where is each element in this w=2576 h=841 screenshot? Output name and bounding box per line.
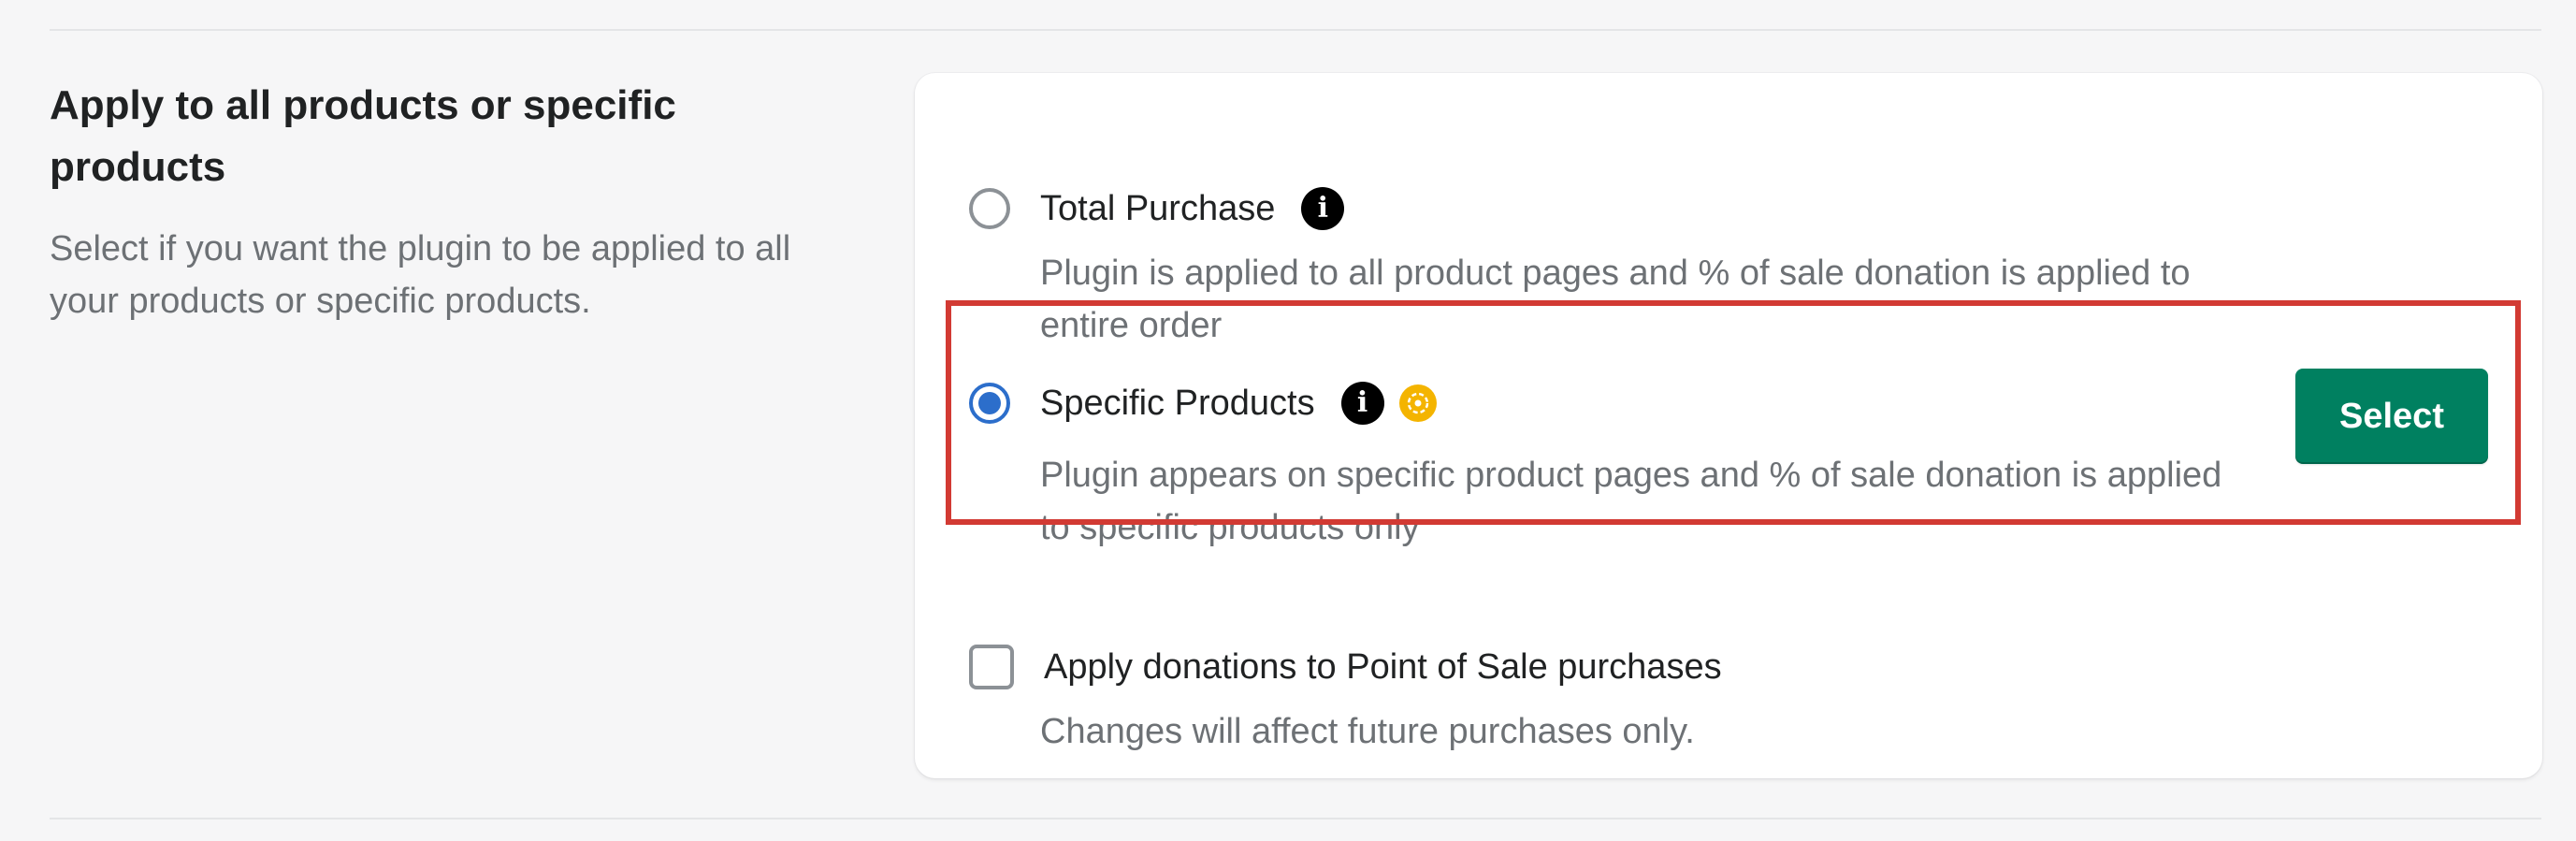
- top-divider: [50, 29, 2541, 31]
- section-description: Select if you want the plugin to be appl…: [50, 229, 791, 321]
- specific-products-description: Plugin appears on specific product pages…: [1040, 456, 2222, 547]
- pos-checkbox-description: Changes will affect future purchases onl…: [1040, 712, 1695, 751]
- total-purchase-description: Plugin is applied to all product pages a…: [1040, 254, 2191, 345]
- star-badge-icon: [1398, 384, 1437, 422]
- info-icon[interactable]: i: [1340, 382, 1384, 425]
- option-specific-products[interactable]: Specific Products i Plugin appears on sp…: [969, 374, 2247, 554]
- pos-checkbox-label[interactable]: Apply donations to Point of Sale purchas…: [1044, 641, 1722, 693]
- total-purchase-radio[interactable]: [969, 188, 1010, 229]
- specific-products-label[interactable]: Specific Products: [1040, 377, 1315, 429]
- info-icon[interactable]: i: [1301, 187, 1345, 230]
- total-purchase-label[interactable]: Total Purchase: [1040, 182, 1275, 235]
- bottom-divider: [50, 818, 2541, 819]
- select-products-button[interactable]: Select: [2295, 369, 2488, 464]
- settings-card: Total Purchase i Plugin is applied to al…: [915, 73, 2542, 778]
- pos-checkbox[interactable]: [969, 645, 1014, 689]
- pos-checkbox-option[interactable]: Apply donations to Point of Sale purchas…: [969, 638, 2247, 758]
- specific-products-radio[interactable]: [969, 383, 1010, 424]
- option-total-purchase[interactable]: Total Purchase i Plugin is applied to al…: [969, 180, 2247, 352]
- section-title: Apply to all products or specific produc…: [50, 82, 676, 190]
- section-info: Apply to all products or specific produc…: [50, 75, 854, 327]
